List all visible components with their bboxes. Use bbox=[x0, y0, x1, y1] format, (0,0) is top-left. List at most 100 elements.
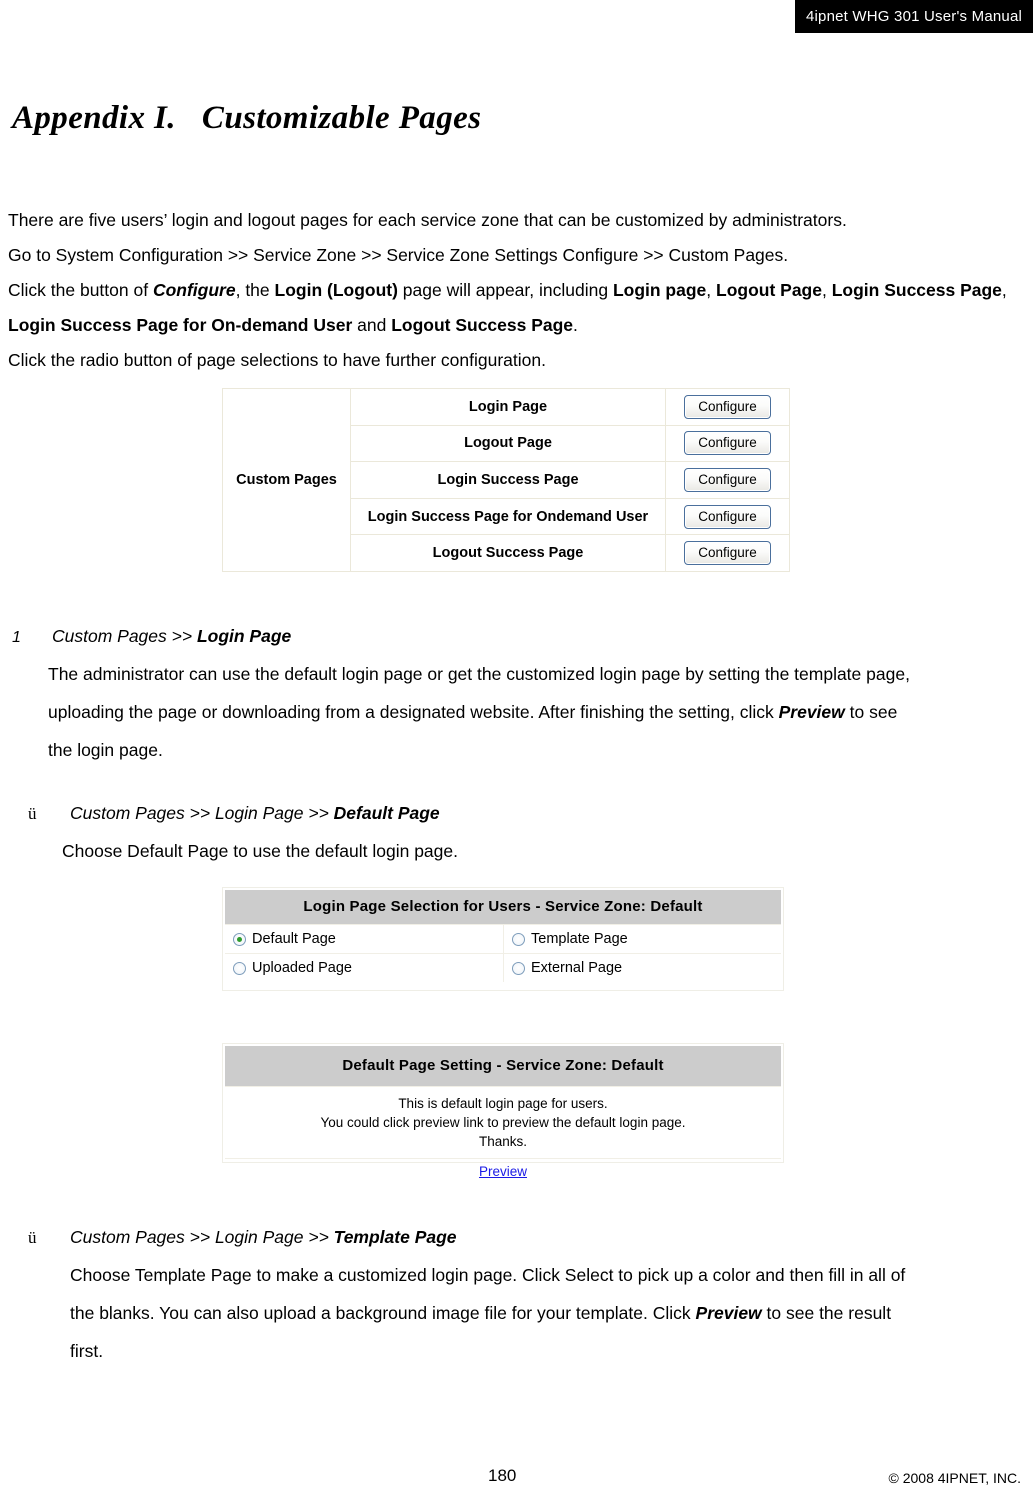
table-row: Login Page bbox=[351, 388, 665, 425]
radio-option-template-page[interactable]: Template Page bbox=[503, 925, 781, 953]
setting-body-line-2: You could click preview link to preview … bbox=[320, 1115, 686, 1130]
radio-icon-default-page[interactable] bbox=[233, 932, 246, 946]
section-1-body-line-1: The administrator can use the default lo… bbox=[48, 664, 910, 684]
intro-3-c: , the bbox=[235, 280, 275, 300]
radio-label-template-page: Template Page bbox=[531, 931, 628, 947]
custom-pages-names-column: Login Page Logout Page Login Success Pag… bbox=[351, 388, 665, 572]
section-template-body-line-2: the blanks. You can also upload a backgr… bbox=[70, 1294, 1015, 1332]
section-template-heading-path: Custom Pages >> Login Page >> bbox=[70, 1227, 334, 1247]
intro-3-login-page: Login page bbox=[612, 280, 707, 300]
section-1-body: The administrator can use the default lo… bbox=[48, 655, 1013, 769]
section-1-body-line-3: the login page. bbox=[48, 740, 163, 760]
intro-3-configure: Configure bbox=[152, 280, 236, 300]
table-row: Login Success Page bbox=[351, 461, 665, 498]
configure-button-login-success-ondemand[interactable]: Configure bbox=[684, 504, 771, 529]
section-1-preview-word: Preview bbox=[778, 702, 845, 722]
setting-body-line-3: Thanks. bbox=[478, 1134, 528, 1149]
section-template-preview-word: Preview bbox=[695, 1303, 762, 1323]
page-title-main: Customizable Pages bbox=[201, 100, 482, 136]
login-page-selection-table: Login Page Selection for Users - Service… bbox=[222, 887, 784, 991]
intro-3-e: page will appear, including bbox=[397, 280, 613, 300]
configure-button-login[interactable]: Configure bbox=[684, 394, 771, 419]
table-row: Logout Success Page bbox=[351, 534, 665, 572]
section-default-body-line-1: Choose Default Page to use the default l… bbox=[62, 841, 458, 861]
page-name-login-success-ondemand: Login Success Page for Ondemand User bbox=[367, 508, 649, 525]
section-template-body: Choose Template Page to make a customize… bbox=[70, 1256, 1015, 1370]
section-template-body-line-1: Choose Template Page to make a customize… bbox=[70, 1265, 906, 1285]
intro-line-3: Click the button of Configure, the Login… bbox=[8, 273, 1018, 343]
section-default-body: Choose Default Page to use the default l… bbox=[62, 832, 1002, 870]
table-row: Default Page Template Page bbox=[225, 924, 781, 953]
header-banner: 4ipnet WHG 301 User's Manual bbox=[795, 0, 1033, 33]
custom-pages-row-label: Custom Pages bbox=[223, 388, 351, 572]
page-title: Appendix I. Customizable Pages bbox=[12, 100, 481, 137]
table-row: Configure bbox=[666, 461, 789, 498]
manual-page: 4ipnet WHG 301 User's Manual Appendix I.… bbox=[0, 0, 1033, 1505]
intro-3-login-logout: Login (Logout) bbox=[274, 280, 398, 300]
radio-label-uploaded-page: Uploaded Page bbox=[252, 960, 352, 976]
table-row: Login Success Page for Ondemand User bbox=[351, 497, 665, 535]
table-row: Logout Page bbox=[351, 424, 665, 462]
page-title-prefix: Appendix I. bbox=[12, 100, 176, 136]
table-row: Uploaded Page External Page bbox=[225, 953, 781, 982]
copyright-notice: © 2008 4IPNET, INC. bbox=[888, 1470, 1021, 1486]
radio-icon-template-page[interactable] bbox=[512, 932, 525, 946]
intro-3-o: . bbox=[573, 315, 578, 335]
page-number: 180 bbox=[488, 1466, 517, 1485]
intro-3-login-success-ondemand: Login Success Page for On-demand User bbox=[8, 315, 353, 335]
checkmark-bullet-icon: ü bbox=[28, 804, 37, 823]
intro-3-logout-success-page: Logout Success Page bbox=[391, 315, 574, 335]
preview-link[interactable]: Preview bbox=[479, 1164, 527, 1179]
intro-3-logout-page: Logout Page bbox=[716, 280, 822, 300]
section-default-heading-path: Custom Pages >> Login Page >> bbox=[70, 803, 334, 823]
login-page-selection-header: Login Page Selection for Users - Service… bbox=[225, 890, 781, 924]
section-template-body-line-3: first. bbox=[70, 1341, 104, 1361]
configure-button-logout-success[interactable]: Configure bbox=[684, 541, 771, 566]
table-row: Configure bbox=[666, 534, 789, 572]
checkmark-bullet-icon: ü bbox=[28, 1228, 37, 1247]
intro-line-4: Click the radio button of page selection… bbox=[8, 350, 546, 370]
page-name-login: Login Page bbox=[468, 398, 548, 415]
radio-label-external-page: External Page bbox=[531, 960, 623, 976]
default-page-setting-table: Default Page Setting - Service Zone: Def… bbox=[222, 1043, 784, 1179]
configure-button-logout[interactable]: Configure bbox=[684, 431, 771, 456]
custom-pages-buttons-column: Configure Configure Configure Configure … bbox=[665, 388, 789, 572]
intro-3-a: Click the button of bbox=[8, 280, 153, 300]
section-template-body-2a: the blanks. You can also upload a backgr… bbox=[70, 1303, 696, 1323]
section-template-heading-target: Template Page bbox=[333, 1227, 457, 1247]
radio-icon-external-page[interactable] bbox=[512, 961, 525, 975]
section-1-heading: Custom Pages >> Login Page bbox=[52, 626, 291, 647]
radio-option-default-page[interactable]: Default Page bbox=[225, 925, 503, 953]
configure-button-login-success[interactable]: Configure bbox=[684, 467, 771, 492]
section-default-heading-target: Default Page bbox=[333, 803, 440, 823]
section-default-heading: Custom Pages >> Login Page >> Default Pa… bbox=[70, 803, 440, 824]
table-row: Configure bbox=[666, 497, 789, 535]
intro-3-m: and bbox=[352, 315, 392, 335]
table-row: Configure bbox=[666, 388, 789, 425]
radio-option-uploaded-page[interactable]: Uploaded Page bbox=[225, 954, 503, 982]
default-page-setting-footer: Preview bbox=[225, 1158, 781, 1186]
setting-body-line-1: This is default login page for users. bbox=[398, 1096, 608, 1111]
radio-label-default-page: Default Page bbox=[252, 931, 336, 947]
page-name-login-success: Login Success Page bbox=[437, 471, 579, 488]
intro-3-k: , bbox=[1001, 280, 1007, 300]
intro-line-2: Go to System Configuration >> Service Zo… bbox=[8, 245, 789, 265]
section-1-heading-path: Custom Pages >> bbox=[52, 626, 197, 646]
header-banner-title: 4ipnet WHG 301 User's Manual bbox=[805, 8, 1023, 25]
login-page-selection-rows: Default Page Template Page Uploaded Page… bbox=[225, 924, 781, 982]
custom-pages-table: Custom Pages Login Page Logout Page Logi… bbox=[222, 388, 790, 572]
section-template-heading: Custom Pages >> Login Page >> Template P… bbox=[70, 1227, 457, 1248]
section-1-body-2a: uploading the page or downloading from a… bbox=[48, 702, 779, 722]
section-1-heading-target: Login Page bbox=[196, 626, 292, 646]
section-template-body-2c: to see the result bbox=[761, 1303, 892, 1323]
radio-option-external-page[interactable]: External Page bbox=[503, 954, 781, 982]
table-row: Configure bbox=[666, 424, 789, 462]
section-1-number: 1 bbox=[12, 629, 21, 646]
default-page-setting-body: This is default login page for users. Yo… bbox=[225, 1086, 781, 1158]
section-1-body-2c: to see bbox=[844, 702, 898, 722]
radio-icon-uploaded-page[interactable] bbox=[233, 961, 246, 975]
custom-pages-grid: Custom Pages Login Page Logout Page Logi… bbox=[223, 388, 789, 572]
page-name-logout-success: Logout Success Page bbox=[432, 545, 584, 562]
intro-3-login-success-page: Login Success Page bbox=[831, 280, 1002, 300]
section-1-body-line-2: uploading the page or downloading from a… bbox=[48, 693, 1013, 731]
